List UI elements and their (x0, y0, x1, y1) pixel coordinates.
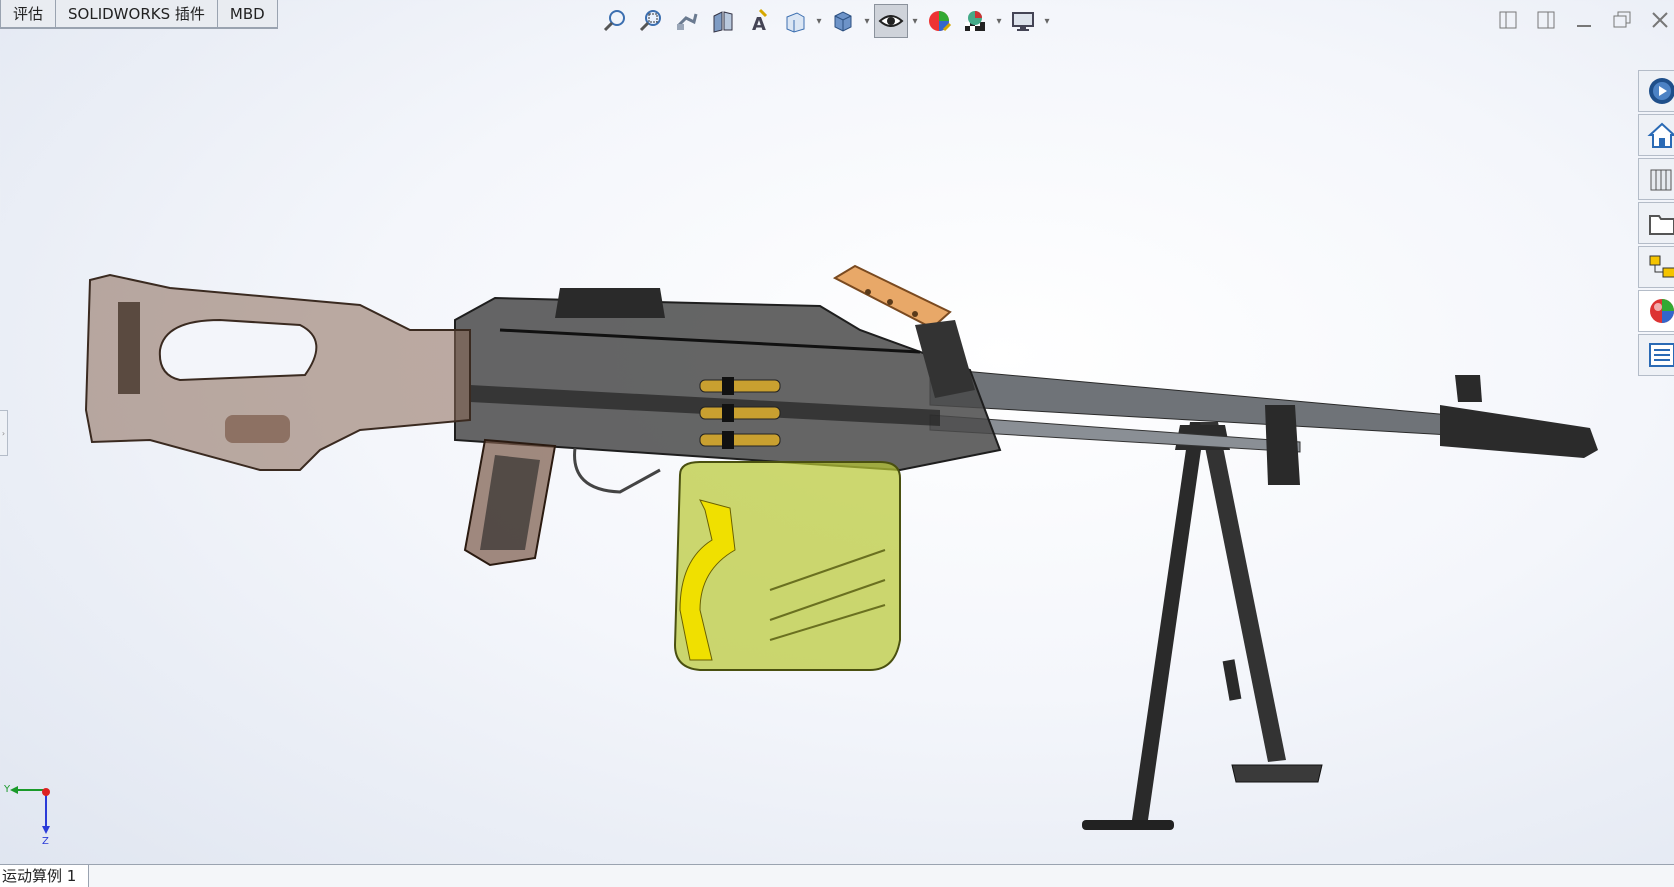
ammo-box (673, 461, 901, 671)
barrel (929, 367, 1598, 485)
extra-panel-icon[interactable] (1638, 334, 1674, 376)
graphics-viewport[interactable] (0, 30, 1634, 864)
command-manager-tabs: 评估 SOLIDWORKS 插件 MBD (0, 0, 278, 29)
custom-properties-icon[interactable] (1638, 290, 1674, 332)
solidworks-resources-icon[interactable] (1638, 70, 1674, 112)
close-icon[interactable] (1646, 6, 1674, 34)
stock (84, 273, 471, 471)
design-library-icon[interactable] (1638, 114, 1674, 156)
bottom-tabs-bar: 运动算例 1 (0, 864, 1674, 887)
triad-z-label: Z (42, 836, 49, 847)
view-palette-icon[interactable] (1638, 202, 1674, 244)
motion-study-tab[interactable]: 运动算例 1 (0, 865, 90, 887)
ammo-belt (699, 377, 781, 449)
tab-evaluate[interactable]: 评估 (0, 0, 57, 28)
tab-solidworks-addins[interactable]: SOLIDWORKS 插件 (55, 0, 218, 28)
reference-triad: Y Z (0, 780, 60, 850)
pistol-grip (463, 438, 661, 567)
file-explorer-icon[interactable] (1638, 158, 1674, 200)
triad-y-label: Y (3, 784, 11, 795)
tab-mbd[interactable]: MBD (216, 0, 278, 28)
appearances-scenes-icon[interactable] (1638, 246, 1674, 288)
task-pane (1638, 70, 1674, 376)
